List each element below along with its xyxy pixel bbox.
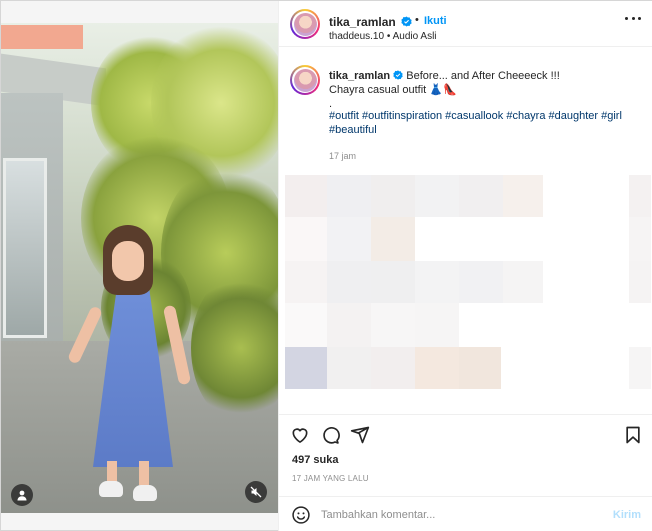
header-dot: •: [415, 14, 419, 26]
house-window: [3, 158, 47, 338]
emoji-smile-icon[interactable]: [291, 505, 311, 525]
comment-input[interactable]: [321, 506, 591, 524]
caption: tika_ramlan Before... and After Cheeeeck…: [329, 69, 629, 111]
caption-avatar[interactable]: [290, 65, 320, 95]
caption-line2: Chayra casual outfit 👗👠: [329, 84, 457, 96]
post-comment-button[interactable]: Kirim: [613, 509, 641, 521]
heart-icon[interactable]: [290, 425, 310, 445]
instagram-post-window: tika_ramlan • Ikuti thaddeus.10 • Audio …: [0, 0, 652, 531]
more-options-icon[interactable]: [625, 17, 641, 23]
reel-video[interactable]: [1, 23, 278, 513]
speaker-muted-icon[interactable]: [245, 481, 267, 503]
audio-user[interactable]: thaddeus.10: [329, 31, 384, 42]
paper-plane-icon[interactable]: [350, 425, 370, 445]
post-header: tika_ramlan • Ikuti thaddeus.10 • Audio …: [279, 1, 652, 47]
post-time-long: 17 JAM YANG LALU: [292, 474, 369, 483]
user-tag-icon[interactable]: [11, 484, 33, 506]
bookmark-icon[interactable]: [623, 425, 643, 445]
audio-info: thaddeus.10 • Audio Asli: [329, 31, 437, 42]
avatar[interactable]: [290, 9, 320, 39]
post-detail-panel: tika_ramlan • Ikuti thaddeus.10 • Audio …: [278, 1, 652, 531]
post-time-short: 17 jam: [329, 151, 357, 161]
action-bar: [279, 414, 652, 452]
verified-badge-icon: [401, 16, 412, 27]
follow-button[interactable]: Ikuti: [424, 15, 447, 27]
header-username[interactable]: tika_ramlan: [329, 15, 396, 29]
caption-line1: Before... and After Cheeeeck !!!: [406, 70, 560, 82]
comment-bar: Kirim: [279, 496, 652, 531]
comment-bubble-icon[interactable]: [320, 425, 340, 445]
audio-sep: •: [386, 31, 391, 42]
girl-figure: [66, 225, 192, 513]
hashtags[interactable]: #outfit #outfitinspiration #casuallook #…: [329, 109, 629, 137]
audio-label[interactable]: Audio Asli: [393, 31, 437, 42]
caption-verified-icon: [393, 70, 403, 80]
caption-username[interactable]: tika_ramlan: [329, 70, 390, 82]
redacted-overlay: [1, 25, 83, 49]
like-count[interactable]: 497 suka: [292, 454, 338, 466]
